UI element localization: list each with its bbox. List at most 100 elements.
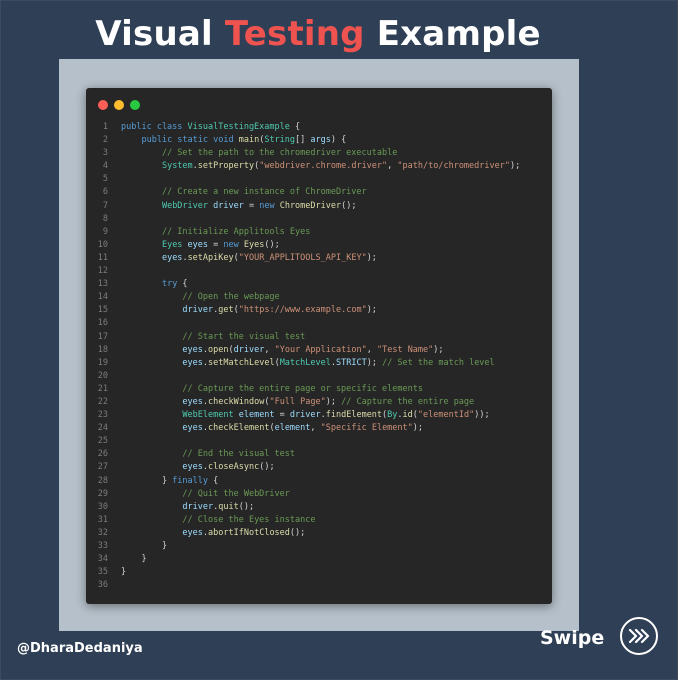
code-line: 15 driver.get("https://www.example.com")… bbox=[86, 304, 552, 317]
code-token: // Set the path to the chromedriver exec… bbox=[161, 148, 398, 159]
code-line: 18 eyes.open(driver, "Your Application",… bbox=[86, 344, 552, 357]
code-token: // Quit the WebDriver bbox=[182, 488, 290, 499]
code-token: new bbox=[259, 200, 280, 211]
code-text: // End the visual test bbox=[108, 448, 295, 461]
code-line: 29 // Quit the WebDriver bbox=[86, 488, 552, 501]
code-line: 8 bbox=[86, 213, 552, 226]
code-token: , bbox=[310, 423, 321, 434]
code-token: // Start the visual test bbox=[182, 331, 306, 342]
line-number: 15 bbox=[97, 305, 108, 316]
line-number: 5 bbox=[102, 174, 108, 185]
code-token: = bbox=[208, 239, 224, 250]
line-number: 24 bbox=[97, 423, 108, 434]
code-token: // Initialize Applitools Eyes bbox=[161, 226, 311, 237]
code-token: (); bbox=[259, 462, 275, 473]
code-token: checkWindow bbox=[208, 396, 265, 407]
code-token: eyes bbox=[182, 462, 203, 473]
minimize-dot-icon[interactable] bbox=[114, 100, 124, 110]
code-token: (); bbox=[238, 501, 255, 512]
code-token: main bbox=[238, 135, 260, 146]
line-number: 26 bbox=[97, 449, 108, 460]
code-token: ChromeDriver bbox=[279, 200, 342, 211]
code-text: eyes.setMatchLevel(MatchLevel.STRICT); /… bbox=[108, 357, 494, 370]
code-token: [] bbox=[295, 135, 311, 146]
code-token: // Capture the entire page or specific e… bbox=[182, 383, 423, 394]
code-token: driver bbox=[233, 344, 265, 355]
code-line: 31 // Close the Eyes instance bbox=[86, 514, 552, 527]
line-number: 4 bbox=[102, 161, 108, 172]
code-line: 2 public static void main(String[] args)… bbox=[86, 134, 552, 147]
title-part-1: Visual bbox=[95, 14, 225, 54]
code-text: try { bbox=[108, 278, 188, 291]
code-token: (); bbox=[289, 527, 306, 538]
code-token: ); bbox=[325, 396, 342, 407]
code-token: WebDriver bbox=[161, 200, 214, 211]
line-number: 3 bbox=[102, 148, 108, 159]
code-editor-window: 1 public class VisualTestingExample {2 pu… bbox=[86, 88, 552, 604]
code-text: eyes.checkElement(element, "Specific Ele… bbox=[108, 422, 423, 435]
code-line: 20 bbox=[86, 370, 552, 383]
code-line: 24 eyes.checkElement(element, "Specific … bbox=[86, 422, 552, 435]
code-token: "Specific Element" bbox=[320, 423, 413, 434]
line-number: 35 bbox=[97, 567, 108, 578]
code-token: checkElement bbox=[208, 423, 270, 434]
code-text: public static void main(String[] args) { bbox=[108, 134, 346, 147]
code-token: , bbox=[264, 344, 275, 355]
code-line: 7 WebDriver driver = new ChromeDriver(); bbox=[86, 200, 552, 213]
code-token: eyes bbox=[182, 344, 203, 355]
close-dot-icon[interactable] bbox=[98, 100, 108, 110]
line-number: 8 bbox=[102, 213, 108, 224]
line-number: 29 bbox=[97, 488, 108, 499]
code-token: , bbox=[366, 344, 377, 355]
code-token: setProperty bbox=[197, 161, 255, 172]
code-token: ); bbox=[510, 161, 521, 172]
code-line: 17 // Start the visual test bbox=[86, 331, 552, 344]
code-token: ) { bbox=[330, 135, 347, 146]
code-token: public static void bbox=[141, 135, 239, 146]
code-token: eyes bbox=[182, 357, 203, 368]
code-text: eyes.open(driver, "Your Application", "T… bbox=[108, 344, 443, 357]
page-title: Visual Testing Example bbox=[0, 14, 636, 54]
code-text: // Capture the entire page or specific e… bbox=[108, 383, 423, 396]
code-text: eyes.closeAsync(); bbox=[108, 461, 275, 474]
maximize-dot-icon[interactable] bbox=[130, 100, 140, 110]
line-number: 7 bbox=[102, 200, 108, 211]
line-number: 23 bbox=[97, 410, 108, 421]
line-number: 16 bbox=[97, 318, 108, 329]
line-number: 17 bbox=[97, 331, 108, 342]
code-token: id bbox=[402, 410, 413, 421]
code-token: eyes bbox=[187, 239, 209, 250]
swipe-label[interactable]: Swipe bbox=[540, 627, 604, 649]
code-token: "Test Name" bbox=[376, 344, 434, 355]
code-token: element bbox=[238, 410, 275, 421]
double-chevron-right-icon bbox=[628, 628, 650, 644]
code-line: 36 bbox=[86, 579, 552, 592]
code-block: 1 public class VisualTestingExample {2 pu… bbox=[86, 121, 552, 592]
code-token: eyes bbox=[182, 527, 203, 538]
code-text: eyes.setApiKey("YOUR_APPLITOOLS_API_KEY"… bbox=[108, 252, 377, 265]
code-token: "Your Application" bbox=[274, 344, 367, 355]
code-token: } bbox=[121, 541, 168, 551]
swipe-button[interactable] bbox=[620, 617, 658, 655]
code-token: By bbox=[387, 410, 398, 421]
code-token: public class bbox=[121, 122, 188, 132]
code-line: 32 eyes.abortIfNotClosed(); bbox=[86, 527, 552, 540]
code-text: } finally { bbox=[108, 475, 218, 488]
code-token: abortIfNotClosed bbox=[208, 527, 290, 538]
